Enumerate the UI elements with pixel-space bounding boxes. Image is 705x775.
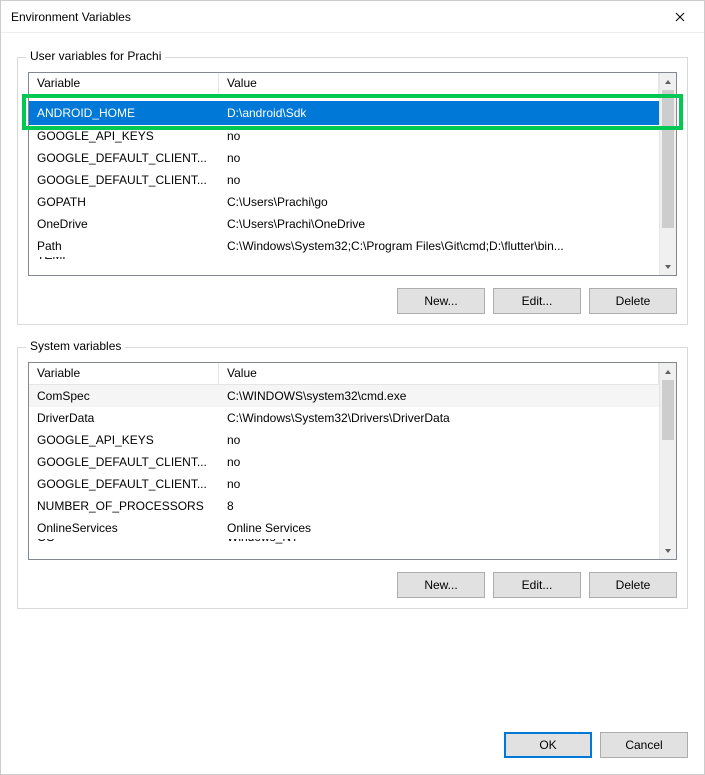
cell-value: C:\Windows\System32\Drivers\DriverData [219, 411, 659, 425]
table-row[interactable]: NUMBER_OF_PROCESSORS8 [29, 495, 659, 517]
dialog-button-row: OK Cancel [1, 714, 704, 774]
system-variables-list[interactable]: Variable Value ComSpecC:\WINDOWS\system3… [28, 362, 677, 560]
table-row[interactable]: GOOGLE_DEFAULT_CLIENT...no [29, 473, 659, 495]
scroll-up-icon[interactable] [660, 363, 676, 380]
table-row[interactable]: GOOGLE_DEFAULT_CLIENT...no [29, 451, 659, 473]
new-button[interactable]: New... [397, 288, 485, 314]
system-group-legend: System variables [26, 339, 125, 353]
cell-value: no [219, 173, 659, 187]
cell-variable: ComSpec [29, 389, 219, 403]
scroll-down-icon[interactable] [660, 258, 676, 275]
column-value[interactable]: Value [219, 363, 659, 384]
cell-variable: OneDrive [29, 217, 219, 231]
cell-variable: GOOGLE_DEFAULT_CLIENT... [29, 173, 219, 187]
table-row[interactable]: ANDROID_HOMED:\android\Sdk [29, 101, 659, 125]
table-row[interactable]: DriverDataC:\Windows\System32\Drivers\Dr… [29, 407, 659, 429]
new-button[interactable]: New... [397, 572, 485, 598]
user-variables-list[interactable]: Variable Value ANDROID_HOMED:\android\Sd… [28, 72, 677, 276]
list-header: Variable Value [29, 363, 659, 385]
column-value[interactable]: Value [219, 73, 659, 94]
scrollbar[interactable] [659, 363, 676, 559]
edit-button[interactable]: Edit... [493, 572, 581, 598]
cell-value: C:\Users\Prachi\OneDrive [219, 217, 659, 231]
cell-value: Windows_NT [219, 539, 659, 547]
close-icon [675, 12, 685, 22]
user-button-row: New... Edit... Delete [28, 288, 677, 314]
cell-value: C:\Users\Prachi\go [219, 195, 659, 209]
cancel-button[interactable]: Cancel [600, 732, 688, 758]
table-row[interactable]: GOOGLE_DEFAULT_CLIENT...no [29, 147, 659, 169]
cell-variable: GOOGLE_DEFAULT_CLIENT... [29, 477, 219, 491]
cell-variable: TEMP [29, 257, 219, 265]
system-button-row: New... Edit... Delete [28, 572, 677, 598]
cell-variable: Path [29, 239, 219, 253]
cell-variable: GOOGLE_DEFAULT_CLIENT... [29, 455, 219, 469]
cell-variable: DriverData [29, 411, 219, 425]
ok-button[interactable]: OK [504, 732, 592, 758]
system-variables-group: System variables Variable Value ComSpecC… [17, 347, 688, 609]
scroll-thumb[interactable] [662, 90, 674, 228]
delete-button[interactable]: Delete [589, 572, 677, 598]
cell-value: no [219, 477, 659, 491]
table-row[interactable]: OnlineServicesOnline Services [29, 517, 659, 539]
user-group-legend: User variables for Prachi [26, 49, 165, 63]
dialog-content: User variables for Prachi Variable Value… [1, 33, 704, 714]
column-variable[interactable]: Variable [29, 363, 219, 384]
cell-variable: ANDROID_HOME [29, 106, 219, 120]
table-row[interactable]: GOOGLE_API_KEYSno [29, 125, 659, 147]
close-button[interactable] [660, 3, 700, 31]
cell-variable: OnlineServices [29, 521, 219, 535]
edit-button[interactable]: Edit... [493, 288, 581, 314]
cell-variable: GOOGLE_API_KEYS [29, 433, 219, 447]
cell-variable: OS [29, 539, 219, 547]
cell-value: C:\WINDOWS\system32\cmd.exe [219, 389, 659, 403]
table-row[interactable]: PathC:\Windows\System32;C:\Program Files… [29, 235, 659, 257]
table-row[interactable]: GOPATHC:\Users\Prachi\go [29, 191, 659, 213]
cell-value: Online Services [219, 521, 659, 535]
cell-value: C:\Windows\System32;C:\Program Files\Git… [219, 239, 659, 253]
cell-value: no [219, 455, 659, 469]
user-variables-group: User variables for Prachi Variable Value… [17, 57, 688, 325]
cell-value: no [219, 129, 659, 143]
delete-button[interactable]: Delete [589, 288, 677, 314]
window-title: Environment Variables [11, 10, 660, 24]
cell-variable: GOOGLE_DEFAULT_CLIENT... [29, 151, 219, 165]
cell-value: 8 [219, 499, 659, 513]
scrollbar[interactable] [659, 73, 676, 275]
scroll-thumb[interactable] [662, 380, 674, 440]
user-listview-wrap: Variable Value ANDROID_HOMED:\android\Sd… [28, 72, 677, 276]
scroll-down-icon[interactable] [660, 542, 676, 559]
table-row[interactable]: GOOGLE_API_KEYSno [29, 429, 659, 451]
table-row[interactable]: ComSpecC:\WINDOWS\system32\cmd.exe [29, 385, 659, 407]
cell-value: no [219, 151, 659, 165]
cell-value: D:\android\Sdk [219, 106, 659, 120]
cell-variable: GOOGLE_API_KEYS [29, 129, 219, 143]
cell-value: no [219, 433, 659, 447]
table-row[interactable]: GOOGLE_DEFAULT_CLIENT...no [29, 169, 659, 191]
cell-variable: GOPATH [29, 195, 219, 209]
scroll-up-icon[interactable] [660, 73, 676, 90]
environment-variables-dialog: Environment Variables User variables for… [0, 0, 705, 775]
titlebar: Environment Variables [1, 1, 704, 33]
table-row[interactable]: OneDriveC:\Users\Prachi\OneDrive [29, 213, 659, 235]
table-row[interactable]: TEMP [29, 257, 659, 265]
column-variable[interactable]: Variable [29, 73, 219, 94]
list-header: Variable Value [29, 73, 659, 95]
table-row[interactable]: OSWindows_NT [29, 539, 659, 547]
cell-variable: NUMBER_OF_PROCESSORS [29, 499, 219, 513]
